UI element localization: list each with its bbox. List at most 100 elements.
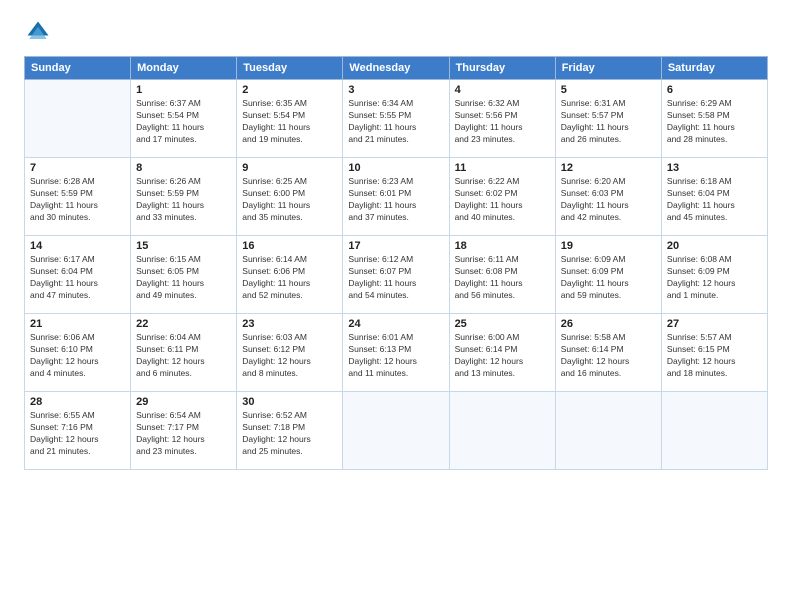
day-info: Sunrise: 6:15 AMSunset: 6:05 PMDaylight:… xyxy=(136,254,231,302)
day-number: 8 xyxy=(136,162,231,174)
day-info-line: Daylight: 12 hours xyxy=(30,356,125,368)
day-info-line: Daylight: 11 hours xyxy=(348,122,443,134)
calendar-cell: 16Sunrise: 6:14 AMSunset: 6:06 PMDayligh… xyxy=(237,236,343,314)
day-number: 6 xyxy=(667,84,762,96)
day-info-line: Sunset: 6:04 PM xyxy=(30,266,125,278)
day-info-line: and 30 minutes. xyxy=(30,212,125,224)
day-info-line: Sunrise: 6:11 AM xyxy=(455,254,550,266)
calendar-header-row: SundayMondayTuesdayWednesdayThursdayFrid… xyxy=(25,57,768,80)
day-info-line: Daylight: 11 hours xyxy=(561,200,656,212)
day-number: 2 xyxy=(242,84,337,96)
day-number: 17 xyxy=(348,240,443,252)
day-info: Sunrise: 5:57 AMSunset: 6:15 PMDaylight:… xyxy=(667,332,762,380)
day-info-line: and 16 minutes. xyxy=(561,368,656,380)
day-info-line: Sunrise: 6:23 AM xyxy=(348,176,443,188)
day-info-line: Sunrise: 6:00 AM xyxy=(455,332,550,344)
calendar-cell xyxy=(25,80,131,158)
day-info-line: Sunset: 6:09 PM xyxy=(561,266,656,278)
day-info-line: Sunset: 6:15 PM xyxy=(667,344,762,356)
day-info-line: Daylight: 12 hours xyxy=(667,356,762,368)
day-number: 1 xyxy=(136,84,231,96)
calendar-cell: 21Sunrise: 6:06 AMSunset: 6:10 PMDayligh… xyxy=(25,314,131,392)
day-info-line: Sunrise: 6:14 AM xyxy=(242,254,337,266)
day-info-line: Sunrise: 6:20 AM xyxy=(561,176,656,188)
day-info-line: and 21 minutes. xyxy=(30,446,125,458)
day-number: 3 xyxy=(348,84,443,96)
day-info-line: Sunrise: 6:54 AM xyxy=(136,410,231,422)
day-info-line: Daylight: 11 hours xyxy=(348,278,443,290)
day-number: 25 xyxy=(455,318,550,330)
day-number: 13 xyxy=(667,162,762,174)
day-info-line: Daylight: 11 hours xyxy=(242,200,337,212)
day-info-line: Sunset: 6:14 PM xyxy=(561,344,656,356)
calendar-week-4: 21Sunrise: 6:06 AMSunset: 6:10 PMDayligh… xyxy=(25,314,768,392)
day-info: Sunrise: 5:58 AMSunset: 6:14 PMDaylight:… xyxy=(561,332,656,380)
day-info: Sunrise: 6:32 AMSunset: 5:56 PMDaylight:… xyxy=(455,98,550,146)
calendar-cell: 28Sunrise: 6:55 AMSunset: 7:16 PMDayligh… xyxy=(25,392,131,470)
day-info-line: and 42 minutes. xyxy=(561,212,656,224)
day-info-line: Sunrise: 5:57 AM xyxy=(667,332,762,344)
day-number: 28 xyxy=(30,396,125,408)
day-info-line: Daylight: 12 hours xyxy=(30,434,125,446)
day-info: Sunrise: 6:17 AMSunset: 6:04 PMDaylight:… xyxy=(30,254,125,302)
day-number: 18 xyxy=(455,240,550,252)
day-info-line: Sunset: 6:00 PM xyxy=(242,188,337,200)
day-info-line: Daylight: 11 hours xyxy=(455,278,550,290)
day-info-line: Daylight: 12 hours xyxy=(136,356,231,368)
day-info: Sunrise: 6:01 AMSunset: 6:13 PMDaylight:… xyxy=(348,332,443,380)
page: SundayMondayTuesdayWednesdayThursdayFrid… xyxy=(0,0,792,480)
day-number: 19 xyxy=(561,240,656,252)
day-info-line: Daylight: 11 hours xyxy=(667,122,762,134)
calendar-cell: 9Sunrise: 6:25 AMSunset: 6:00 PMDaylight… xyxy=(237,158,343,236)
calendar-cell: 12Sunrise: 6:20 AMSunset: 6:03 PMDayligh… xyxy=(555,158,661,236)
calendar-cell: 24Sunrise: 6:01 AMSunset: 6:13 PMDayligh… xyxy=(343,314,449,392)
day-info-line: Sunrise: 5:58 AM xyxy=(561,332,656,344)
weekday-header-wednesday: Wednesday xyxy=(343,57,449,80)
day-info-line: Sunset: 7:16 PM xyxy=(30,422,125,434)
calendar-cell: 5Sunrise: 6:31 AMSunset: 5:57 PMDaylight… xyxy=(555,80,661,158)
day-info-line: and 23 minutes. xyxy=(455,134,550,146)
day-info-line: Daylight: 12 hours xyxy=(348,356,443,368)
day-info-line: Daylight: 12 hours xyxy=(667,278,762,290)
day-info-line: Daylight: 11 hours xyxy=(348,200,443,212)
day-info-line: Sunrise: 6:29 AM xyxy=(667,98,762,110)
calendar-cell: 19Sunrise: 6:09 AMSunset: 6:09 PMDayligh… xyxy=(555,236,661,314)
day-number: 7 xyxy=(30,162,125,174)
calendar-cell: 29Sunrise: 6:54 AMSunset: 7:17 PMDayligh… xyxy=(131,392,237,470)
day-info-line: and 21 minutes. xyxy=(348,134,443,146)
day-info-line: Sunset: 6:14 PM xyxy=(455,344,550,356)
calendar-cell: 3Sunrise: 6:34 AMSunset: 5:55 PMDaylight… xyxy=(343,80,449,158)
day-info-line: Sunrise: 6:15 AM xyxy=(136,254,231,266)
day-info-line: Sunset: 6:13 PM xyxy=(348,344,443,356)
day-info-line: and 52 minutes. xyxy=(242,290,337,302)
calendar-cell: 6Sunrise: 6:29 AMSunset: 5:58 PMDaylight… xyxy=(661,80,767,158)
calendar-cell: 22Sunrise: 6:04 AMSunset: 6:11 PMDayligh… xyxy=(131,314,237,392)
day-info: Sunrise: 6:08 AMSunset: 6:09 PMDaylight:… xyxy=(667,254,762,302)
day-number: 15 xyxy=(136,240,231,252)
header xyxy=(24,18,768,46)
day-info-line: and 28 minutes. xyxy=(667,134,762,146)
day-info-line: Sunset: 5:54 PM xyxy=(242,110,337,122)
day-info-line: Sunset: 6:02 PM xyxy=(455,188,550,200)
day-number: 29 xyxy=(136,396,231,408)
calendar-table: SundayMondayTuesdayWednesdayThursdayFrid… xyxy=(24,56,768,470)
calendar-cell: 8Sunrise: 6:26 AMSunset: 5:59 PMDaylight… xyxy=(131,158,237,236)
calendar-cell: 13Sunrise: 6:18 AMSunset: 6:04 PMDayligh… xyxy=(661,158,767,236)
day-info-line: Daylight: 11 hours xyxy=(455,200,550,212)
day-info-line: and 40 minutes. xyxy=(455,212,550,224)
day-number: 27 xyxy=(667,318,762,330)
day-info-line: and 25 minutes. xyxy=(242,446,337,458)
day-info: Sunrise: 6:03 AMSunset: 6:12 PMDaylight:… xyxy=(242,332,337,380)
day-info: Sunrise: 6:25 AMSunset: 6:00 PMDaylight:… xyxy=(242,176,337,224)
calendar-week-2: 7Sunrise: 6:28 AMSunset: 5:59 PMDaylight… xyxy=(25,158,768,236)
day-info-line: Sunrise: 6:26 AM xyxy=(136,176,231,188)
day-info: Sunrise: 6:35 AMSunset: 5:54 PMDaylight:… xyxy=(242,98,337,146)
day-info-line: Sunset: 7:18 PM xyxy=(242,422,337,434)
day-info: Sunrise: 6:11 AMSunset: 6:08 PMDaylight:… xyxy=(455,254,550,302)
day-number: 10 xyxy=(348,162,443,174)
day-info: Sunrise: 6:37 AMSunset: 5:54 PMDaylight:… xyxy=(136,98,231,146)
day-info-line: Sunset: 5:56 PM xyxy=(455,110,550,122)
day-info-line: Sunrise: 6:18 AM xyxy=(667,176,762,188)
day-info-line: and 19 minutes. xyxy=(242,134,337,146)
day-info-line: Daylight: 11 hours xyxy=(667,200,762,212)
